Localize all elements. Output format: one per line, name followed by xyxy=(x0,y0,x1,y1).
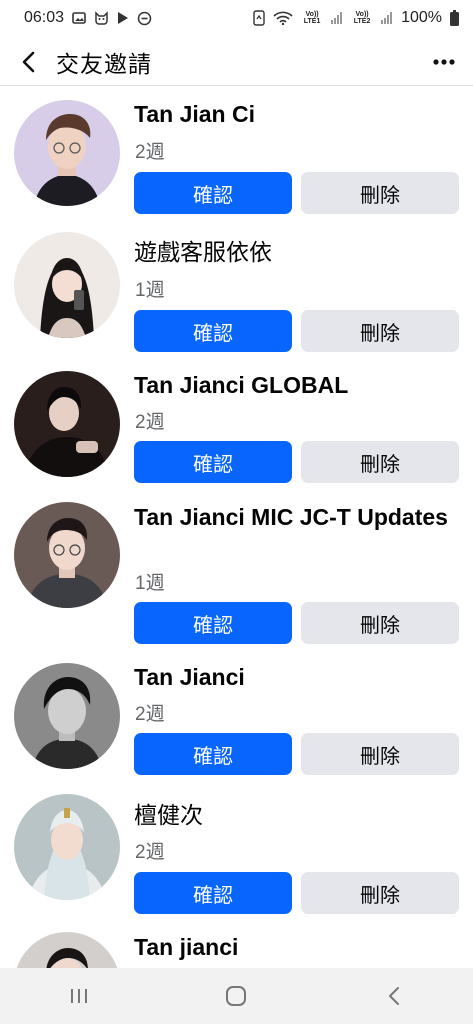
status-time: 06:03 xyxy=(24,9,65,26)
requester-name[interactable]: Tan Jianci xyxy=(134,662,464,693)
system-nav-bar xyxy=(0,968,473,1024)
avatar[interactable] xyxy=(14,794,120,900)
avatar[interactable] xyxy=(14,371,120,477)
avatar[interactable] xyxy=(14,663,120,769)
friend-request-list[interactable]: Tan Jian Ci 2週 確認 刪除 遊戲客服依依 1週 確認 刪除 Tan… xyxy=(0,87,473,968)
request-age: 1週 xyxy=(135,573,165,594)
request-age: 2週 xyxy=(135,412,165,433)
more-options-button[interactable] xyxy=(415,38,473,86)
system-back-button[interactable] xyxy=(354,968,434,1024)
app-header: 交友邀請 xyxy=(0,38,473,86)
confirm-button[interactable]: 確認 xyxy=(134,733,292,775)
delete-button[interactable]: 刪除 xyxy=(301,441,459,483)
request-age: 2週 xyxy=(135,842,165,863)
requester-name[interactable]: 遊戲客服依依 xyxy=(134,237,464,268)
signal-icon xyxy=(381,12,393,24)
recent-apps-button[interactable] xyxy=(39,968,119,1024)
avatar[interactable] xyxy=(14,232,120,338)
request-age: 2週 xyxy=(135,142,165,163)
delete-button[interactable]: 刪除 xyxy=(301,602,459,644)
signal-icon xyxy=(331,12,343,24)
recent-apps-icon xyxy=(70,989,87,1003)
chevron-left-icon xyxy=(22,51,35,72)
requester-name[interactable]: Tan Jianci GLOBAL xyxy=(134,370,464,401)
delete-button[interactable]: 刪除 xyxy=(301,872,459,914)
delete-button[interactable]: 刪除 xyxy=(301,733,459,775)
do-not-disturb-icon xyxy=(137,11,152,26)
request-age: 1週 xyxy=(135,280,165,301)
delete-button[interactable]: 刪除 xyxy=(301,172,459,214)
home-icon xyxy=(226,986,247,1006)
battery-icon xyxy=(450,10,459,26)
play-icon xyxy=(117,11,129,25)
page-title: 交友邀請 xyxy=(56,50,152,77)
more-dots-icon xyxy=(433,58,455,65)
confirm-button[interactable]: 確認 xyxy=(134,441,292,483)
photo-icon xyxy=(72,11,86,25)
requester-name[interactable]: Tan jianci xyxy=(134,932,464,963)
confirm-button[interactable]: 確認 xyxy=(134,602,292,644)
avatar[interactable] xyxy=(14,932,120,968)
battery-percent: 100% xyxy=(401,9,442,26)
confirm-button[interactable]: 確認 xyxy=(134,310,292,352)
requester-name[interactable]: Tan Jianci MIC JC-T Updates xyxy=(134,502,464,533)
back-button[interactable] xyxy=(0,38,56,86)
data-saver-icon xyxy=(253,10,265,26)
delete-button[interactable]: 刪除 xyxy=(301,310,459,352)
status-left: 06:03 xyxy=(24,9,152,27)
home-button[interactable] xyxy=(196,968,276,1024)
confirm-button[interactable]: 確認 xyxy=(134,872,292,914)
cat-icon xyxy=(94,11,109,25)
request-age: 2週 xyxy=(135,704,165,725)
confirm-button[interactable]: 確認 xyxy=(134,172,292,214)
requester-name[interactable]: 檀健次 xyxy=(134,800,464,831)
avatar[interactable] xyxy=(14,502,120,608)
network-lte1-label: Vo)) LTE1 xyxy=(303,11,321,25)
status-bar: 06:03 Vo)) LTE1 Vo)) LTE2 100% xyxy=(0,0,473,36)
wifi-icon xyxy=(273,11,293,25)
status-right: Vo)) LTE1 Vo)) LTE2 100% xyxy=(253,9,459,27)
requester-name[interactable]: Tan Jian Ci xyxy=(134,99,464,130)
back-arrow-icon xyxy=(389,987,400,1005)
avatar[interactable] xyxy=(14,100,120,206)
network-lte2-label: Vo)) LTE2 xyxy=(353,11,371,25)
